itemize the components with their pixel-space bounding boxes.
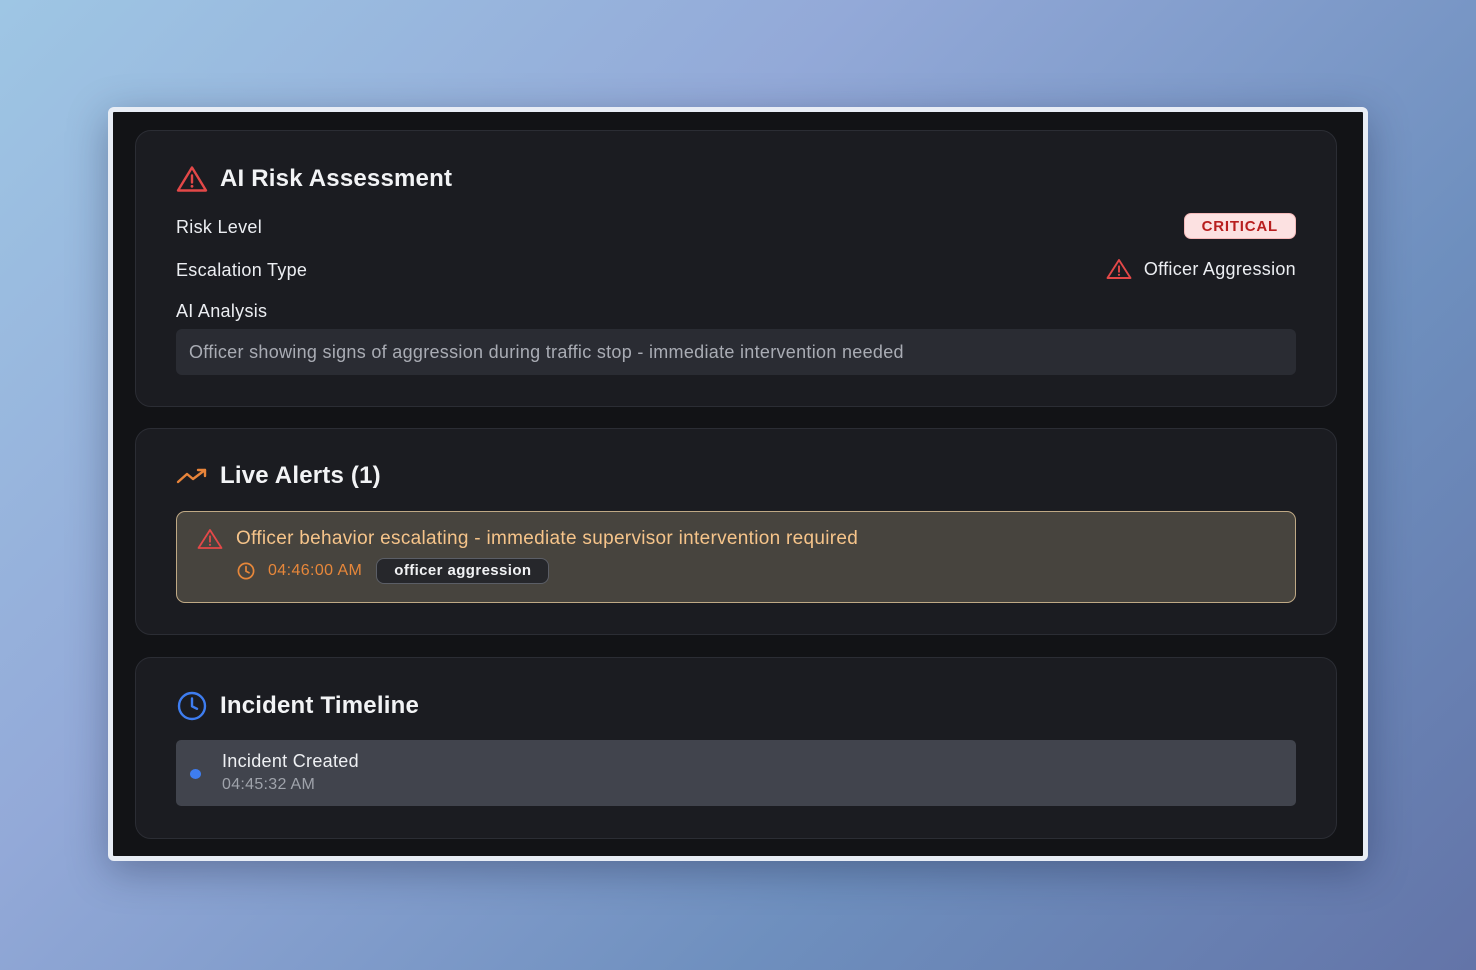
alert-time: 04:46:00 AM [268,562,363,579]
alert-triangle-icon [176,165,208,193]
clock-icon [176,691,208,721]
risk-assessment-card: AI Risk Assessment Risk Level CRITICAL E… [135,130,1337,407]
trending-up-icon [176,466,208,486]
escalation-type-text: Officer Aggression [1143,258,1296,279]
live-alerts-card: Live Alerts (1) Officer behavior escalat… [135,428,1337,635]
incident-timeline-card: Incident Timeline Incident Created 04:45… [135,657,1337,839]
incident-timeline-header: Incident Timeline [176,691,419,721]
live-alerts-title: Live Alerts (1) [220,462,381,489]
incident-timeline-title: Incident Timeline [220,692,419,719]
alert-message: Officer behavior escalating - immediate … [236,528,859,549]
incident-detail-window: AI Risk Assessment Risk Level CRITICAL E… [108,107,1368,861]
risk-assessment-header: AI Risk Assessment [176,165,452,193]
timeline-item-title: Incident Created [222,751,359,771]
live-alerts-header: Live Alerts (1) [176,462,381,490]
timeline-item-time: 04:45:32 AM [222,776,316,793]
escalation-type-value: Officer Aggression [1106,258,1296,280]
risk-level-label: Risk Level [176,217,263,237]
timeline-item[interactable]: Incident Created 04:45:32 AM [176,740,1296,806]
alert-triangle-icon [1106,258,1132,280]
alert-item[interactable]: Officer behavior escalating - immediate … [176,511,1296,603]
escalation-type-label: Escalation Type [176,260,308,280]
clock-icon [236,561,256,581]
ai-analysis-text: Officer showing signs of aggression duri… [176,329,1296,375]
alert-triangle-icon [197,528,223,550]
alert-tag: officer aggression [376,558,550,584]
ai-analysis-label: AI Analysis [176,301,268,321]
alert-meta: 04:46:00 AM officer aggression [236,558,550,584]
timeline-dot [190,769,201,779]
risk-assessment-title: AI Risk Assessment [220,165,453,192]
risk-level-badge: CRITICAL [1183,213,1296,239]
